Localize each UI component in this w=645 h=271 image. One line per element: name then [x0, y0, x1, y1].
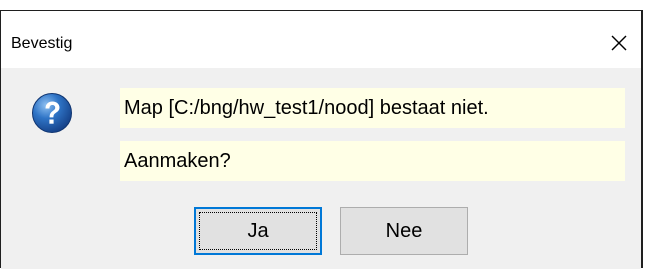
yes-button-label: Ja: [247, 220, 269, 242]
question-icon: [32, 93, 72, 133]
no-button[interactable]: Nee: [340, 207, 468, 255]
dialog-title: Bevestig: [11, 35, 73, 52]
dialog-body: Map [C:/bng/hw_test1/nood] bestaat niet.…: [1, 68, 641, 269]
close-icon: [611, 35, 627, 51]
message-line-2: Aanmaken?: [120, 141, 625, 181]
no-button-label: Nee: [385, 220, 423, 242]
title-bar: Bevestig: [1, 11, 641, 68]
confirm-dialog: Bevestig Map [C:/bng/hw_test1/nood] best…: [0, 10, 643, 269]
close-button[interactable]: [605, 29, 633, 57]
yes-button[interactable]: Ja: [194, 207, 322, 255]
message-line-1: Map [C:/bng/hw_test1/nood] bestaat niet.: [120, 88, 625, 128]
